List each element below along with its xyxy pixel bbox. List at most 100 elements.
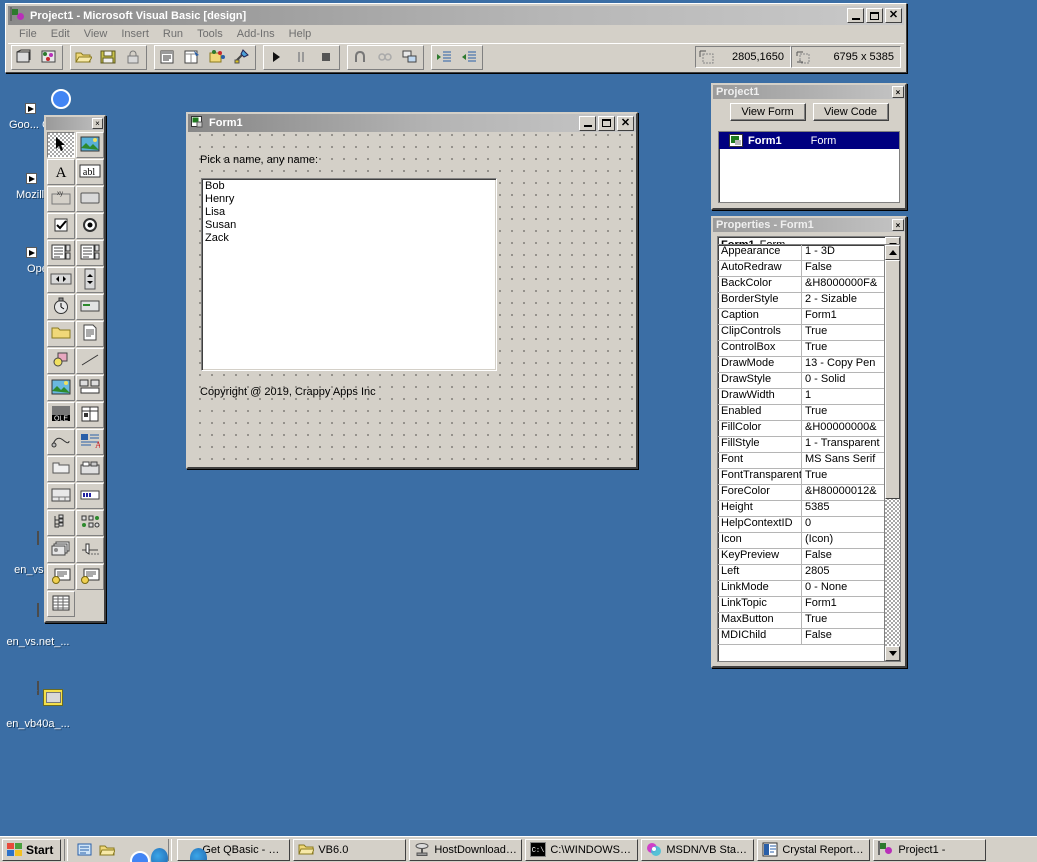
property-value[interactable]: 2 - Sizable <box>802 293 884 308</box>
form-listbox[interactable]: Bob Henry Lisa Susan Zack <box>201 178 497 371</box>
form-minimize-button[interactable] <box>579 115 596 131</box>
property-row[interactable]: AutoRedraw False <box>718 261 884 277</box>
listbox-item[interactable]: Zack <box>205 232 496 245</box>
toolbox-item-treeview[interactable] <box>47 510 75 536</box>
start-icon[interactable] <box>264 45 288 69</box>
properties-grid[interactable]: Appearance 1 - 3D AutoRedraw False BackCol… <box>718 245 884 661</box>
property-value[interactable]: True <box>802 613 884 628</box>
minimize-button[interactable] <box>847 8 864 23</box>
menu-file[interactable]: File <box>12 27 44 41</box>
property-value[interactable]: Form1 <box>802 309 884 324</box>
property-row[interactable]: ClipControls True <box>718 325 884 341</box>
taskbar-item-hostdownloads[interactable]: HostDownloads ... <box>409 838 523 861</box>
menu-addins[interactable]: Add-Ins <box>230 27 282 41</box>
toolbox-item-data[interactable] <box>76 375 104 401</box>
property-value[interactable]: False <box>802 261 884 276</box>
toolbox-item-dbgrid[interactable] <box>47 591 75 617</box>
form-layout-icon[interactable] <box>373 45 397 69</box>
toolbox-item-progressbar[interactable] <box>76 483 104 509</box>
toolbox-titlebar[interactable]: × <box>46 117 104 130</box>
toolbox-item-imagelist[interactable] <box>47 537 75 563</box>
scroll-up-button[interactable] <box>885 245 900 260</box>
property-value[interactable]: 2805 <box>802 565 884 580</box>
toolbox-item-textbox[interactable]: abl <box>76 159 104 185</box>
property-row[interactable]: Enabled True <box>718 405 884 421</box>
listbox-item[interactable]: Susan <box>205 219 496 232</box>
taskbar-item-project1[interactable]: Project1 - <box>873 838 987 861</box>
end-icon[interactable] <box>314 45 338 69</box>
toolbox-item-shape[interactable] <box>47 348 75 374</box>
taskbar-item-vb60[interactable]: VB6.0 <box>293 838 407 861</box>
property-value[interactable]: 1 - Transparent <box>802 437 884 452</box>
toolbox-item-richtextbox[interactable]: A <box>76 429 104 455</box>
toolbox-item-dbcombo[interactable] <box>47 564 75 590</box>
toolbox-item-commondialog[interactable] <box>47 429 75 455</box>
toolbox-item-listbox[interactable] <box>76 240 104 266</box>
property-value[interactable]: False <box>802 629 884 644</box>
property-row[interactable]: LinkTopic Form1 <box>718 597 884 613</box>
toolbox-item-slider[interactable] <box>76 537 104 563</box>
toolbox-item-filelistbox[interactable] <box>76 321 104 347</box>
property-row[interactable]: KeyPreview False <box>718 549 884 565</box>
property-value[interactable]: True <box>802 469 884 484</box>
toolbox-item-line[interactable] <box>76 348 104 374</box>
property-value[interactable]: &H80000012& <box>802 485 884 500</box>
property-value[interactable]: 1 <box>802 389 884 404</box>
menu-editor-icon[interactable] <box>155 45 179 69</box>
close-button[interactable]: ✕ <box>885 8 902 23</box>
menu-run[interactable]: Run <box>156 27 190 41</box>
properties-scrollbar[interactable] <box>884 245 900 661</box>
property-row[interactable]: MDIChild False <box>718 629 884 645</box>
taskbar-item-cmd[interactable]: C:\ C:\WINDOWS\sy... <box>525 838 639 861</box>
property-value[interactable]: True <box>802 405 884 420</box>
toolbox-icon[interactable] <box>348 45 372 69</box>
property-row[interactable]: DrawMode 13 - Copy Pen <box>718 357 884 373</box>
project-explorer-icon[interactable] <box>205 45 229 69</box>
form-maximize-button[interactable] <box>598 115 615 131</box>
toolbox-item-dblist[interactable] <box>76 564 104 590</box>
maximize-button[interactable] <box>866 8 883 23</box>
toolbox-item-commandbutton[interactable] <box>76 186 104 212</box>
toolbox-item-vscrollbar[interactable] <box>76 267 104 293</box>
taskbar-item-crystal-reports[interactable]: Crystal Reports f... <box>757 838 871 861</box>
toolbox-item-label[interactable]: A <box>47 159 75 185</box>
outdent-icon[interactable] <box>457 45 481 69</box>
scroll-down-button[interactable] <box>885 646 900 661</box>
property-value[interactable]: Form1 <box>802 597 884 612</box>
properties-titlebar[interactable]: Properties - Form1 × <box>713 218 905 232</box>
open-project-icon[interactable] <box>71 45 95 69</box>
property-row[interactable]: MaxButton True <box>718 613 884 629</box>
object-browser-icon[interactable] <box>230 45 254 69</box>
listbox-item[interactable]: Bob <box>205 180 496 193</box>
properties-window-icon[interactable] <box>180 45 204 69</box>
toolbox-item-dirlistbox[interactable] <box>47 321 75 347</box>
folder-icon[interactable] <box>99 842 117 858</box>
toolbox-item-folderctl[interactable] <box>47 456 75 482</box>
listbox-item[interactable]: Lisa <box>205 206 496 219</box>
close-icon[interactable]: × <box>92 118 103 129</box>
listbox-item[interactable]: Henry <box>205 193 496 206</box>
property-row[interactable]: Height 5385 <box>718 501 884 517</box>
property-row[interactable]: BackColor &H8000000F& <box>718 277 884 293</box>
property-value[interactable]: 0 <box>802 517 884 532</box>
property-row[interactable]: DrawStyle 0 - Solid <box>718 373 884 389</box>
desktop-icon-en-vb40a[interactable]: en_vb40a_... <box>2 681 74 730</box>
property-row[interactable]: HelpContextID 0 <box>718 517 884 533</box>
indent-icon[interactable] <box>432 45 456 69</box>
project-explorer-tree[interactable]: Form1 Form <box>718 131 900 203</box>
scrollbar-track[interactable] <box>885 260 900 646</box>
menu-edit[interactable]: Edit <box>44 27 77 41</box>
property-value[interactable]: &H00000000& <box>802 421 884 436</box>
property-value[interactable]: (Icon) <box>802 533 884 548</box>
toolbox-item-hscrollbar[interactable] <box>47 267 75 293</box>
project-explorer-titlebar[interactable]: Project1 × <box>713 85 905 99</box>
start-button[interactable]: Start <box>2 838 62 861</box>
close-icon[interactable]: × <box>892 86 904 98</box>
property-value[interactable]: 13 - Copy Pen <box>802 357 884 372</box>
view-code-button[interactable]: View Code <box>812 103 889 121</box>
property-row[interactable]: Icon (Icon) <box>718 533 884 549</box>
toolbox-item-image[interactable] <box>47 375 75 401</box>
form-titlebar[interactable]: Form1 ✕ <box>188 114 636 132</box>
project-tree-row[interactable]: Form1 Form <box>719 132 899 149</box>
form-label-copyright[interactable]: Copyright @ 2019, Crappy Apps Inc <box>200 386 376 398</box>
